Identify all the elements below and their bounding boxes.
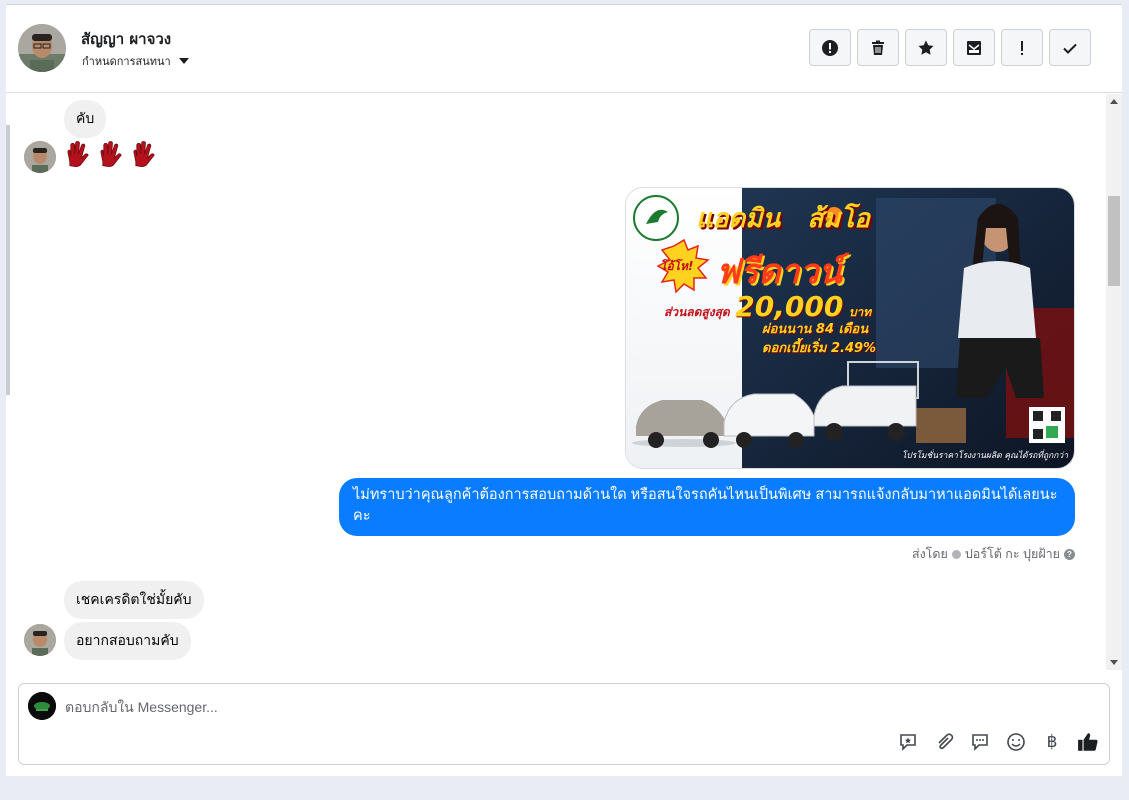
attachment-icon[interactable] [933,731,955,753]
outgoing-message: ไม่ทราบว่าคุณลูกค้าต้องการสอบถามด้านใด ห… [339,478,1075,536]
report-spam-button[interactable] [809,29,851,66]
star-button[interactable] [905,29,947,66]
emoji-icon[interactable] [1005,731,1027,753]
ad-title-part-1: แอดมิน [696,204,781,234]
ad-discount-unit: บาท [848,305,872,319]
help-icon[interactable]: ? [1064,548,1075,560]
contact-avatar-small [24,624,56,656]
delete-button[interactable] [857,29,899,66]
mark-done-button[interactable] [1049,29,1091,66]
glove-icon [67,141,89,168]
page-avatar [28,692,56,720]
scroll-up-arrow-icon[interactable] [1110,99,1118,104]
composer-tools: ฿ [897,731,1099,753]
contact-name[interactable]: สัญญา ผาจวง [81,27,171,51]
glove-icon [133,141,155,168]
thread-scrollbar[interactable] [1106,94,1122,670]
checkmark-icon [1063,43,1077,54]
ad-title-part-2: ส้มโอ [807,204,870,234]
sent-by-prefix: ส่งโดย [911,547,948,561]
exclamation-icon [1021,40,1023,55]
exclamation-circle-icon [822,39,838,56]
chat-bubble-icon[interactable] [969,731,991,753]
reply-input[interactable] [65,696,865,718]
scrollbar-thumb[interactable] [1108,196,1120,286]
caret-down-icon [178,58,189,64]
contact-avatar-small [24,141,56,173]
message-thread[interactable]: คับ แอดมิน ส้มโอ โอ้โห! ฟรีดาวน์ ส่วนลดส… [6,94,1106,670]
assign-conversation-dropdown[interactable]: กำหนดการสนทนา [82,52,189,70]
inbox-panel: สัญญา ผาจวง กำหนดการสนทนา คับ แอดมิน ส้ม… [6,4,1122,776]
promo-image-attachment[interactable]: แอดมิน ส้มโอ โอ้โห! ฟรีดาวน์ ส่วนลดสูงสุ… [625,187,1075,469]
reply-composer: ฿ [18,683,1110,765]
incoming-message: คับ [64,100,107,138]
baht-icon[interactable]: ฿ [1041,731,1063,753]
ad-title: แอดมิน ส้มโอ [696,198,870,239]
ad-badge: โอ้โห! [660,259,694,273]
ad-footer: โปรโมชั่นราคาโรงงานผลิต คุณได้รถที่ถูกกว… [901,451,1068,461]
scroll-down-arrow-icon[interactable] [1110,660,1118,665]
ad-discount-label: ส่วนลดสูงสุด [664,305,730,319]
sent-by-info: ส่งโดย ปอร์โต้ กะ ปุยฝ้าย ? [912,544,1075,564]
contact-avatar[interactable] [18,24,66,72]
sticker-gloves [64,140,161,172]
follow-up-button[interactable] [1001,29,1043,66]
trash-icon [872,40,884,55]
saved-reply-icon[interactable] [897,731,919,753]
incoming-message: เชคเครดิตใช่มั้ยคับ [64,581,204,619]
envelope-icon [967,40,981,55]
glove-icon [100,141,122,168]
header-actions [809,29,1091,66]
mark-unread-button[interactable] [953,29,995,66]
thumbs-up-icon[interactable] [1077,731,1099,753]
ad-interest: ดอกเบี้ยเริ่ม 2.49% [762,341,877,356]
verified-dot-icon [951,549,961,559]
assign-label: กำหนดการสนทนา [82,55,171,68]
conversation-header: สัญญา ผาจวง กำหนดการสนทนา [6,5,1122,93]
ad-installment: ผ่อนนาน 84 เดือน [762,322,869,337]
incoming-message: อยากสอบถามคับ [64,622,191,660]
sent-by-name: ปอร์โต้ กะ ปุยฝ้าย [964,547,1060,561]
star-icon [918,40,934,55]
